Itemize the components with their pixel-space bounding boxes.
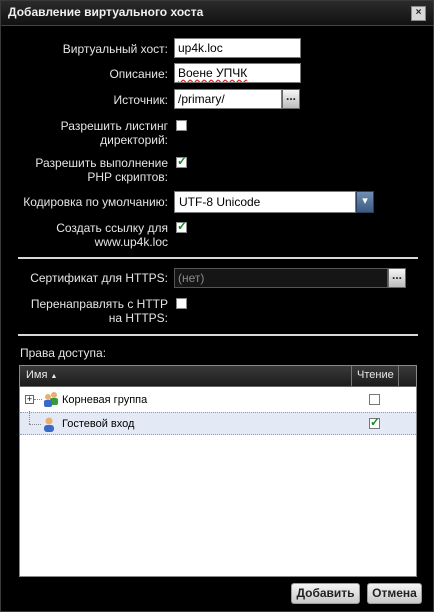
create-link-label-1: Создать ссылку для [56,221,168,235]
dir-listing-checkbox[interactable] [176,120,187,131]
table-row[interactable]: + Корневая группа [20,388,416,411]
php-label-2: PHP скриптов: [87,170,168,184]
redirect-label-2: на HTTPS: [108,311,168,325]
tree-line [29,424,41,426]
read-checkbox[interactable] [369,415,380,429]
add-button[interactable]: Добавить [291,583,360,604]
source-label: Источник: [113,93,168,107]
description-input[interactable]: Воене УПЧК [174,63,301,83]
php-label-1: Разрешить выполнение [35,156,168,170]
dir-listing-label-1: Разрешить листинг [60,119,168,133]
dialog-window: Добавление виртуального хоста × Виртуаль… [0,0,434,612]
expand-icon[interactable]: + [25,395,34,404]
title-bar[interactable]: Добавление виртуального хоста × [1,1,433,26]
encoding-label: Кодировка по умолчанию: [23,195,168,209]
separator-1 [18,257,418,259]
access-grid: Имя ▲ Чтение + Корневая группа Гостевой … [19,365,417,577]
dir-listing-label-2: директорий: [100,133,168,147]
read-checkbox[interactable] [369,394,380,405]
chevron-down-icon[interactable]: ▾ [356,191,374,213]
column-header-name[interactable]: Имя ▲ [26,369,57,381]
grid-header: Имя ▲ Чтение [20,366,416,387]
https-cert-browse-button[interactable]: ... [388,268,406,288]
description-label: Описание: [109,67,168,81]
https-cert-input[interactable]: (нет) [174,268,388,288]
access-rights-label: Права доступа: [20,346,107,360]
description-value: Воене УПЧК [178,66,248,80]
encoding-select[interactable]: UTF-8 Unicode [174,191,356,213]
source-browse-button[interactable]: ... [282,89,300,109]
user-group-icon [44,392,58,407]
row-name: Гостевой вход [62,418,135,430]
cancel-button[interactable]: Отмена [367,583,422,604]
column-header-name-label: Имя [26,369,48,381]
column-header-read[interactable]: Чтение [357,369,394,381]
php-checkbox[interactable] [176,154,187,168]
source-input[interactable]: /primary/ [174,89,282,109]
column-divider[interactable] [351,366,352,386]
sort-asc-icon: ▲ [50,373,58,380]
user-icon [44,417,54,432]
tree-line [29,411,31,424]
virtual-host-label: Виртуальный хост: [62,42,168,56]
tree-line [34,399,42,401]
create-link-label-2: www.up4k.loc [94,235,168,249]
dialog-title: Добавление виртуального хоста [8,5,204,19]
redirect-checkbox[interactable] [176,298,187,309]
column-divider[interactable] [398,366,399,386]
https-cert-label: Сертификат для HTTPS: [30,271,168,285]
redirect-label-1: Перенаправлять с HTTP [30,297,168,311]
table-row[interactable]: Гостевой вход [20,411,416,435]
virtual-host-input[interactable]: up4k.loc [174,38,301,58]
row-name: Корневая группа [62,394,148,406]
close-icon[interactable]: × [411,6,426,21]
separator-2 [18,334,418,336]
create-link-checkbox[interactable] [176,219,187,233]
